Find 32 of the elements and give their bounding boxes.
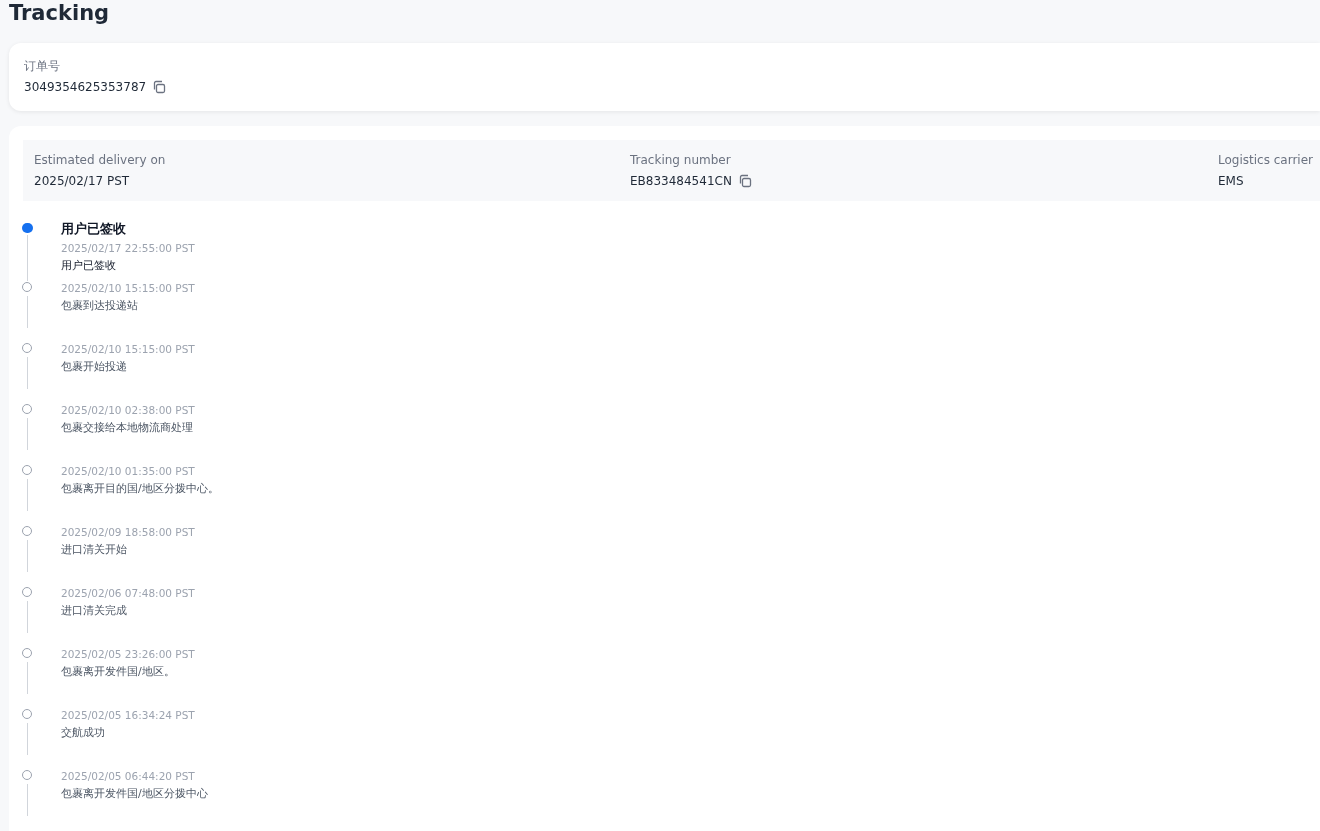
- event-time: 2025/02/10 15:15:00 PST: [61, 342, 195, 356]
- event-description: 包裹交接给本地物流商处理: [61, 420, 194, 436]
- order-label: 订单号: [24, 58, 61, 75]
- event-time: 2025/02/05 06:44:20 PST: [61, 769, 196, 783]
- event-description: 用户已签收: [61, 258, 117, 274]
- event-title: 用户已签收: [61, 220, 127, 238]
- event-time: 2025/02/10 02:38:00 PST: [61, 403, 195, 417]
- summary-value: EB833484541CN: [630, 173, 732, 190]
- event-description: 包裹到达投递站: [61, 298, 139, 314]
- summary-label: Logistics carrier: [1218, 152, 1314, 168]
- event-description: 包裹离开发件国/地区分拨中心: [61, 786, 208, 802]
- copy-icon[interactable]: [737, 174, 752, 188]
- summary-value: EMS: [1218, 173, 1244, 190]
- event-time: 2025/02/10 15:15:00 PST: [61, 281, 195, 295]
- event-time: 2025/02/10 01:35:00 PST: [61, 464, 196, 478]
- event-time: 2025/02/17 22:55:00 PST: [61, 241, 195, 255]
- event-time: 2025/02/06 07:48:00 PST: [61, 586, 195, 600]
- summary-value: 2025/02/17 PST: [34, 173, 130, 190]
- event-description: 包裹离开发件国/地区。: [61, 664, 176, 680]
- event-description: 包裹开始投递: [61, 359, 128, 375]
- page-title: Tracking: [9, 0, 111, 27]
- event-description: 交航成功: [61, 725, 106, 741]
- summary-label: Tracking number: [630, 152, 732, 168]
- event-time: 2025/02/05 16:34:24 PST: [61, 708, 195, 722]
- event-description: 包裹离开目的国/地区分拨中心。: [61, 481, 219, 497]
- event-time: 2025/02/09 18:58:00 PST: [61, 525, 195, 539]
- copy-icon[interactable]: [152, 80, 167, 94]
- event-description: 进口清关完成: [61, 603, 128, 619]
- event-description: 进口清关开始: [61, 542, 128, 558]
- summary-label: Estimated delivery on: [34, 152, 167, 168]
- order-number: 3049354625353787: [24, 79, 147, 96]
- event-time: 2025/02/05 23:26:00 PST: [61, 647, 195, 661]
